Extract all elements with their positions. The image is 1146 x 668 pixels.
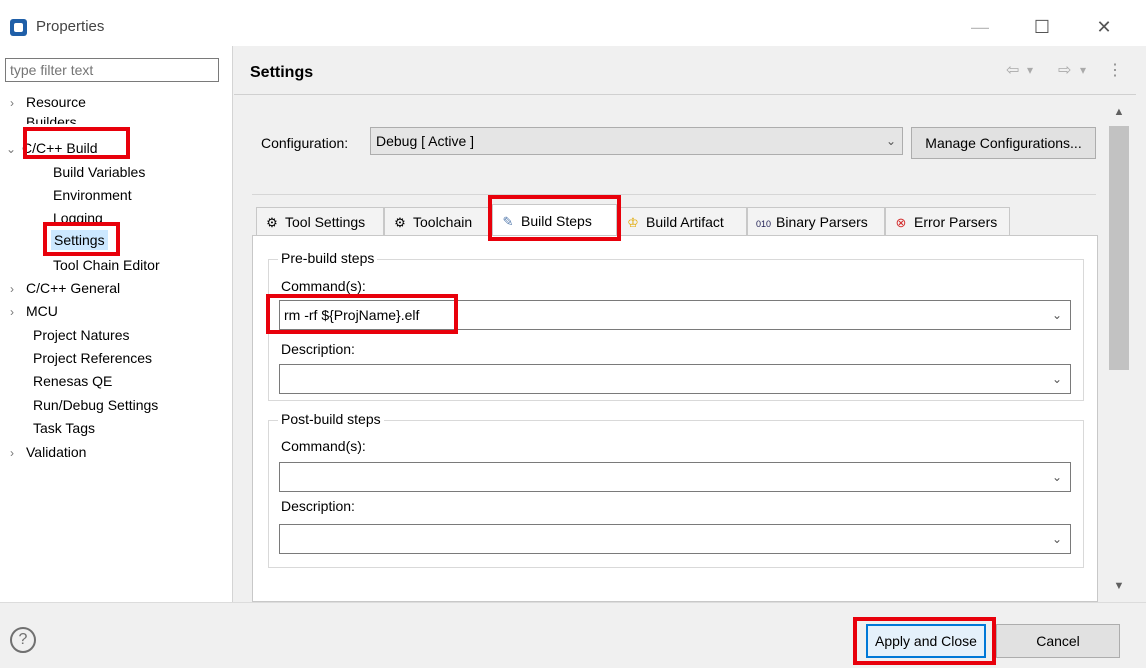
scroll-down-arrow-icon[interactable]: ▼ <box>1108 580 1130 596</box>
page-title: Settings <box>250 64 314 81</box>
tree-item-label: Task Tags <box>33 420 95 436</box>
expand-icon[interactable]: › <box>10 443 26 463</box>
configuration-select[interactable]: Debug [ Active ] ⌄ <box>370 127 903 155</box>
tree-item-label: Builders <box>26 114 77 124</box>
tab-binary-parsers[interactable]: 010 Binary Parsers <box>747 207 885 235</box>
tree-item-label: Build Variables <box>53 164 146 180</box>
tree-item-cpp-general[interactable]: › C/C++ General <box>10 278 120 298</box>
expand-icon[interactable]: › <box>10 302 26 322</box>
prebuild-description-input[interactable]: ⌄ <box>279 364 1071 394</box>
manage-configurations-button[interactable]: Manage Configurations... <box>911 127 1096 159</box>
maximize-button[interactable]: ☐ <box>1022 12 1062 42</box>
brush-icon: ✎ <box>502 214 514 229</box>
prebuild-description-label: Description: <box>281 341 355 357</box>
tab-build-steps[interactable]: ✎ Build Steps <box>492 204 617 237</box>
tab-tool-settings[interactable]: ⚙ Tool Settings <box>256 207 384 235</box>
forward-arrow-icon[interactable]: ⇨ <box>1058 60 1071 80</box>
help-icon[interactable]: ? <box>10 627 36 653</box>
configuration-divider <box>252 194 1096 195</box>
tree-item-project-references[interactable]: Project References <box>33 348 152 368</box>
apply-and-close-button[interactable]: Apply and Close <box>866 624 986 658</box>
forward-menu-icon[interactable]: ▾ <box>1080 63 1086 77</box>
back-arrow-icon[interactable]: ⇦ <box>1006 60 1019 80</box>
header-divider <box>234 94 1136 95</box>
tree-item-task-tags[interactable]: Task Tags <box>33 418 95 438</box>
tab-label: Error Parsers <box>914 214 998 230</box>
chevron-down-icon[interactable]: ⌄ <box>1052 525 1062 553</box>
artifact-icon: ♔ <box>627 215 639 230</box>
tree-item-build-variables[interactable]: Build Variables <box>53 162 145 182</box>
scroll-up-arrow-icon[interactable]: ▲ <box>1108 106 1130 122</box>
postbuild-command-input[interactable]: ⌄ <box>279 462 1071 492</box>
tab-label: Build Artifact <box>646 214 724 230</box>
tree-item-label: Logging <box>53 210 103 226</box>
filter-input[interactable] <box>5 58 219 82</box>
tree-item-label: MCU <box>26 303 58 319</box>
window-title: Properties <box>36 18 105 35</box>
tab-error-parsers[interactable]: ⊗ Error Parsers <box>885 207 1010 235</box>
tree-item-resource[interactable]: › Resource <box>10 92 86 112</box>
chevron-down-icon[interactable]: ⌄ <box>1052 301 1062 329</box>
postbuild-legend: Post-build steps <box>278 411 384 427</box>
configuration-label: Configuration: <box>261 135 349 151</box>
expand-icon[interactable]: › <box>10 93 26 113</box>
view-menu-icon[interactable]: ⋮ <box>1107 60 1123 80</box>
tree-item-builders[interactable]: Builders <box>26 112 77 124</box>
tree-item-label: Validation <box>26 444 87 460</box>
bottom-divider <box>0 602 1146 603</box>
tree-item-label: Project References <box>33 350 153 366</box>
tree-item-environment[interactable]: Environment <box>53 185 132 205</box>
tree-item-validation[interactable]: › Validation <box>10 442 86 462</box>
prebuild-legend: Pre-build steps <box>278 250 378 266</box>
tree-item-settings[interactable]: Settings <box>51 230 108 250</box>
tree-item-logging[interactable]: Logging <box>53 208 103 228</box>
tree-item-run-debug-settings[interactable]: Run/Debug Settings <box>33 395 158 415</box>
cancel-button[interactable]: Cancel <box>996 624 1120 658</box>
back-menu-icon[interactable]: ▾ <box>1027 63 1033 77</box>
minimize-button[interactable]: — <box>960 12 1000 42</box>
tab-label: Build Steps <box>521 213 592 229</box>
tree-item-project-natures[interactable]: Project Natures <box>33 325 129 345</box>
configuration-value: Debug [ Active ] <box>376 133 475 149</box>
postbuild-command-label: Command(s): <box>281 438 366 454</box>
tree-item-label: Resource <box>26 94 86 110</box>
binary-icon: 010 <box>756 219 772 229</box>
chevron-down-icon[interactable]: ⌄ <box>1052 365 1062 393</box>
gear-icon: ⚙ <box>394 215 406 230</box>
tree-item-label: Renesas QE <box>33 373 113 389</box>
tree-item-label: C/C++ General <box>26 280 121 296</box>
prebuild-command-value: rm -rf ${ProjName}.elf <box>284 307 420 323</box>
tab-build-artifact[interactable]: ♔ Build Artifact <box>617 207 747 235</box>
chevron-down-icon: ⌄ <box>885 134 896 148</box>
postbuild-description-input[interactable]: ⌄ <box>279 524 1071 554</box>
collapse-icon[interactable]: ⌄ <box>6 139 22 159</box>
gear-icon: ⚙ <box>266 215 278 230</box>
prebuild-command-input[interactable]: rm -rf ${ProjName}.elf ⌄ <box>279 300 1071 330</box>
tab-label: Tool Settings <box>285 214 366 230</box>
tree-item-label: Run/Debug Settings <box>33 397 159 413</box>
tree-item-cpp-build[interactable]: ⌄ C/C++ Build <box>6 138 98 158</box>
expand-icon[interactable]: › <box>10 279 26 299</box>
tab-label: Binary Parsers <box>776 214 868 230</box>
close-button[interactable]: ✕ <box>1084 12 1124 42</box>
tree-item-label: Project Natures <box>33 327 130 343</box>
tree-item-label: Settings <box>54 232 105 248</box>
tree-item-label: Environment <box>53 187 132 203</box>
tree-item-renesas-qe[interactable]: Renesas QE <box>33 371 112 391</box>
tree-item-mcu[interactable]: › MCU <box>10 301 58 321</box>
error-icon: ⊗ <box>895 215 907 230</box>
tree-item-label: C/C++ Build <box>22 140 98 156</box>
tree-item-tool-chain-editor[interactable]: Tool Chain Editor <box>53 255 160 275</box>
chevron-down-icon[interactable]: ⌄ <box>1052 463 1062 491</box>
postbuild-description-label: Description: <box>281 498 355 514</box>
app-icon <box>10 19 27 36</box>
tree-item-label: Tool Chain Editor <box>53 257 160 273</box>
prebuild-command-label: Command(s): <box>281 278 366 294</box>
tab-toolchain[interactable]: ⚙ Toolchain <box>384 207 492 235</box>
tab-label: Toolchain <box>413 214 473 230</box>
scrollbar-thumb[interactable] <box>1109 126 1129 370</box>
